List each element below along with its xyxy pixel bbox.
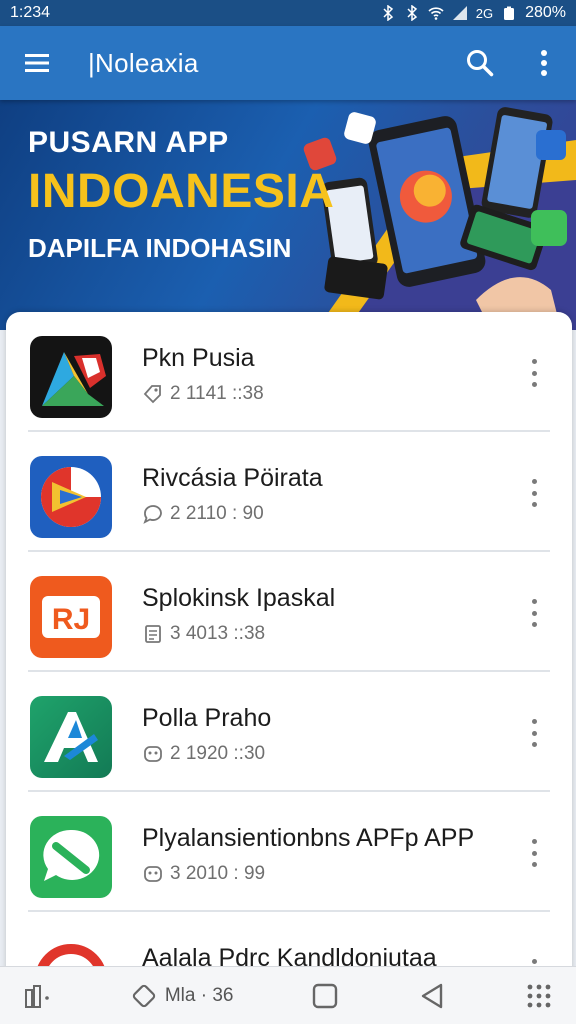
banner-text: PUSARN APP INDOANESIA DAPILFA INDOHASIN	[28, 126, 334, 264]
app-name: Polla Praho	[142, 704, 272, 732]
square-icon	[313, 983, 338, 1008]
signal-icon	[452, 6, 467, 20]
list-item[interactable]: Polla Praho 2 1920 ::30	[6, 672, 572, 792]
app-info: Plyalansientionbns APFp APP 3 2010 : 99	[142, 824, 474, 885]
list-item[interactable]: Rivcásia Pöirata 2 2110 : 90	[6, 432, 572, 552]
play-circle-logo-icon	[30, 456, 112, 538]
app-info: Polla Praho 2 1920 ::30	[142, 704, 271, 765]
app-meta: 3 2010 : 99	[142, 863, 474, 885]
bottom-navigation: Mla · 36	[0, 966, 576, 1024]
chat-icon	[143, 505, 162, 524]
item-more-button[interactable]	[522, 596, 546, 630]
nav-home[interactable]	[310, 967, 340, 1024]
item-more-button[interactable]	[522, 716, 546, 750]
nav-center-label: Mla · 36	[164, 984, 234, 1006]
banner-line-2: INDOANESIA	[28, 165, 335, 218]
app-title: |Noleaxia	[88, 47, 199, 78]
app-meta: 3 4013 ::38	[142, 623, 335, 645]
app-meta-text: 3 2010 : 99	[170, 863, 266, 884]
app-meta-text: 2 2110 : 90	[170, 503, 264, 524]
app-list: Pkn Pusia 2 1141 ::38 Rivcásia Pöirata 2…	[6, 312, 572, 992]
app-bar: |Noleaxia	[0, 26, 576, 100]
app-name: Rivcásia Pöirata	[142, 464, 323, 492]
battery-level: 280%	[525, 4, 566, 21]
item-more-button[interactable]	[522, 356, 546, 390]
list-item[interactable]: RJ Splokinsk Ipaskal 3 4013 ::38	[6, 552, 572, 672]
app-name: Splokinsk Ipaskal	[142, 584, 336, 612]
item-more-button[interactable]	[522, 476, 546, 510]
hamburger-icon	[25, 54, 49, 72]
app-meta: 2 2110 : 90	[142, 503, 323, 525]
chat-bubble-logo-icon	[30, 816, 112, 898]
more-options-button[interactable]	[512, 26, 576, 100]
wifi-icon	[428, 7, 444, 20]
app-meta-text: 2 1141 ::38	[170, 383, 264, 404]
status-bar: 1:234 2G 280%	[0, 0, 576, 26]
nav-tag[interactable]: Mla · 36	[129, 967, 234, 1024]
promo-banner[interactable]: PUSARN APP INDOANESIA DAPILFA INDOHASIN	[0, 100, 576, 330]
tag-icon	[143, 385, 161, 404]
status-icons: 2G 280%	[380, 4, 566, 22]
back-icon	[421, 983, 443, 1008]
nav-back[interactable]	[417, 967, 447, 1024]
tag-icon	[132, 984, 155, 1007]
app-info: Splokinsk Ipaskal 3 4013 ::38	[142, 584, 335, 645]
app-meta-text: 3 4013 ::38	[170, 623, 266, 644]
rj-logo-icon: RJ	[30, 576, 112, 658]
bluetooth-icon	[407, 5, 417, 21]
list-item[interactable]: Pkn Pusia 2 1141 ::38	[6, 312, 572, 432]
apps-icon	[25, 984, 49, 1008]
battery-icon	[504, 6, 515, 20]
app-meta: 2 1141 ::38	[142, 383, 264, 405]
app-name: Plyalansientionbns APFp APP	[142, 824, 475, 852]
more-vertical-icon	[541, 50, 547, 76]
banner-line-1: PUSARN APP	[28, 126, 229, 159]
app-meta-text: 2 1920 ::30	[170, 743, 266, 764]
document-icon	[145, 625, 161, 643]
banner-line-3: DAPILFA INDOHASIN	[28, 233, 292, 263]
app-meta: 2 1920 ::30	[142, 743, 271, 765]
list-item[interactable]: Plyalansientionbns APFp APP 3 2010 : 99	[6, 792, 572, 912]
grid-dots-icon	[527, 984, 551, 1007]
status-time: 1:234	[10, 4, 51, 21]
nav-apps[interactable]	[22, 967, 52, 1024]
app-name: Pkn Pusia	[142, 344, 255, 372]
bluetooth-icon	[383, 5, 393, 21]
search-button[interactable]	[448, 26, 512, 100]
app-info: Rivcásia Pöirata 2 2110 : 90	[142, 464, 323, 525]
item-more-button[interactable]	[522, 836, 546, 870]
menu-button[interactable]	[0, 26, 74, 100]
svg-text:RJ: RJ	[52, 603, 90, 636]
search-icon	[467, 50, 494, 77]
face-icon	[144, 866, 162, 882]
triangle-logo-icon	[30, 336, 112, 418]
face-icon	[144, 746, 162, 762]
app-info: Pkn Pusia 2 1141 ::38	[142, 344, 264, 405]
network-label: 2G	[475, 5, 494, 21]
a-arrow-logo-icon	[30, 696, 112, 778]
nav-grid[interactable]	[524, 967, 554, 1024]
